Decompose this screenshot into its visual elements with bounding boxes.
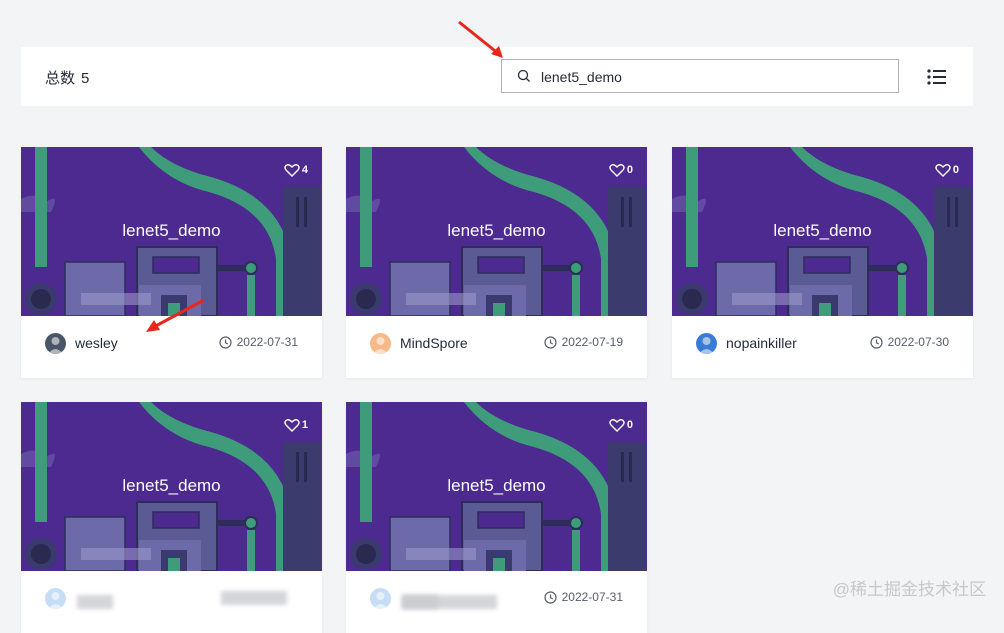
card-meta: wesley 2022-07-31 [21, 316, 322, 378]
list-view-icon[interactable] [927, 68, 947, 86]
card-date: 2022-07-31 [544, 590, 623, 604]
card-date: 2022-07-30 [870, 335, 949, 349]
project-card[interactable]: lenet5_demo 0 2022-07-31 [346, 402, 647, 633]
heart-icon [609, 419, 625, 432]
project-card[interactable]: lenet5_demo 4 wesley 2022-07-31 [21, 147, 322, 378]
like-button[interactable]: 0 [609, 418, 633, 432]
project-card[interactable]: lenet5_demo 1 [21, 402, 322, 633]
watermark: @稀土掘金技术社区 [832, 580, 986, 599]
card-meta: nopainkiller 2022-07-30 [672, 316, 973, 378]
search-icon [517, 69, 530, 82]
card-thumbnail[interactable]: lenet5_demo 1 [21, 402, 322, 571]
like-button[interactable]: 4 [284, 163, 308, 177]
author-name-blurred [77, 595, 113, 609]
heart-icon [284, 164, 300, 177]
avatar[interactable] [370, 333, 391, 354]
like-button[interactable]: 0 [609, 163, 633, 177]
total-label: 总数 [45, 70, 76, 87]
avatar[interactable] [45, 333, 66, 354]
avatar[interactable] [370, 588, 391, 609]
card-date: 2022-07-31 [219, 335, 298, 349]
author-name-blurred [402, 595, 497, 609]
total-count: 总数 5 [45, 67, 95, 88]
heart-icon [284, 419, 300, 432]
like-count: 0 [626, 164, 633, 176]
card-title: lenet5_demo [773, 221, 872, 240]
card-title: lenet5_demo [447, 221, 546, 240]
date-blurred [221, 591, 287, 605]
card-thumbnail[interactable]: lenet5_demo 0 [346, 147, 647, 316]
card-meta: 2022-07-31 [346, 571, 647, 633]
card-thumbnail[interactable]: lenet5_demo 4 [21, 147, 322, 316]
author-name[interactable]: nopainkiller [726, 335, 797, 351]
date-text: 2022-07-19 [561, 335, 623, 349]
card-date: 2022-07-19 [544, 335, 623, 349]
card-meta: MindSpore 2022-07-19 [346, 316, 647, 378]
clock-icon [219, 335, 232, 349]
date-text: 2022-07-30 [887, 335, 949, 349]
project-card[interactable]: lenet5_demo 0 MindSpore 2022-07-19 [346, 147, 647, 378]
author-name[interactable]: MindSpore [400, 335, 468, 351]
author-name[interactable]: wesley [75, 335, 118, 351]
card-title: lenet5_demo [447, 476, 546, 495]
search-box[interactable] [501, 59, 899, 93]
date-text: 2022-07-31 [236, 335, 298, 349]
search-input[interactable] [539, 66, 883, 88]
like-count: 0 [952, 164, 959, 176]
like-count: 1 [301, 419, 308, 431]
like-count: 4 [301, 164, 308, 176]
like-button[interactable]: 0 [935, 163, 959, 177]
clock-icon [544, 590, 557, 604]
total-number: 5 [81, 70, 90, 87]
card-title: lenet5_demo [122, 221, 221, 240]
card-meta [21, 571, 322, 633]
like-count: 0 [626, 419, 633, 431]
card-thumbnail[interactable]: lenet5_demo 0 [672, 147, 973, 316]
card-thumbnail[interactable]: lenet5_demo 0 [346, 402, 647, 571]
project-card[interactable]: lenet5_demo 0 nopainkiller 2022-07-30 [672, 147, 973, 378]
date-text: 2022-07-31 [561, 590, 623, 604]
avatar[interactable] [696, 333, 717, 354]
heart-icon [935, 164, 951, 177]
clock-icon [544, 335, 557, 349]
avatar[interactable] [45, 588, 66, 609]
clock-icon [870, 335, 883, 349]
toolbar: 总数 5 [21, 47, 973, 106]
card-title: lenet5_demo [122, 476, 221, 495]
like-button[interactable]: 1 [284, 418, 308, 432]
heart-icon [609, 164, 625, 177]
